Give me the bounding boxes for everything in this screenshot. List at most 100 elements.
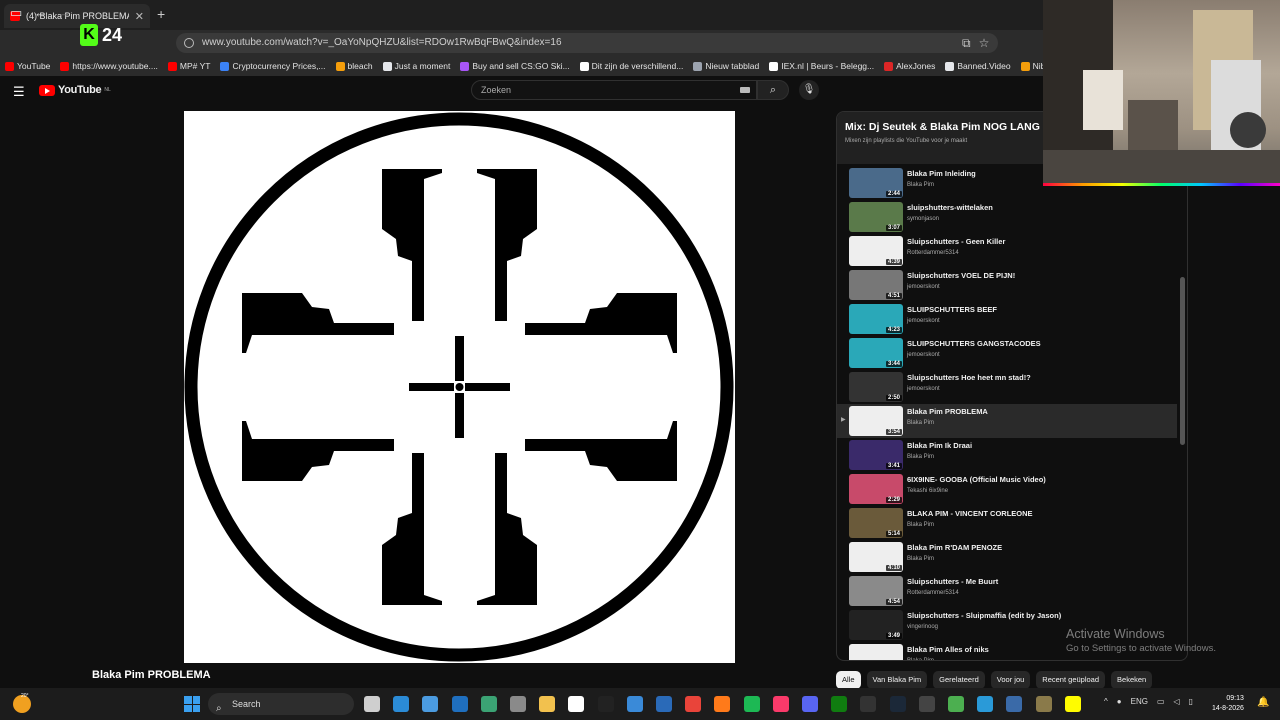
video-thumbnail[interactable]: 4:56 — [849, 644, 903, 660]
video-item-channel[interactable]: jemoerskont — [907, 284, 940, 290]
bookmark-item[interactable]: AlexJones — [879, 61, 940, 71]
microphone-tray-icon[interactable]: ● — [1117, 697, 1122, 706]
network-tray-icon[interactable]: ▭ — [1157, 697, 1165, 706]
video-item-channel[interactable]: symonjason — [907, 216, 939, 222]
video-item-title[interactable]: 6IX9INE- GOOBA (Official Music Video) — [907, 475, 1046, 484]
video-item-channel[interactable]: Blaka Pim — [907, 182, 934, 188]
spotify-icon[interactable] — [743, 696, 760, 712]
microphone-icon[interactable]: 🎙 — [799, 80, 819, 100]
steam-icon[interactable] — [889, 696, 906, 712]
obs-icon[interactable] — [918, 696, 935, 712]
calculator-icon[interactable] — [422, 696, 439, 712]
video-thumbnail[interactable]: 4:39 — [849, 236, 903, 266]
bookmark-item[interactable]: YouTube — [0, 61, 55, 71]
playlist-item[interactable]: 2:29 6IX9INE- GOOBA (Official Music Video… — [837, 472, 1177, 506]
xbox-icon[interactable] — [831, 696, 848, 712]
video-item-title[interactable]: Blaka Pim Ik Draai — [907, 441, 972, 450]
volume-icon[interactable]: ◁ — [1174, 697, 1180, 706]
video-item-channel[interactable]: Rotterdammer5314 — [907, 590, 959, 596]
video-thumbnail[interactable]: 3:49 — [849, 610, 903, 640]
close-tab-icon[interactable]: ✕ — [135, 10, 144, 23]
bookmark-item[interactable]: IEX.nl | Beurs - Belegg... — [764, 61, 879, 71]
video-item-channel[interactable]: Blaka Pim — [907, 556, 934, 562]
video-thumbnail[interactable]: 4:10 — [849, 542, 903, 572]
playlist-item[interactable]: 3:07 sluipshutters-wittelaken symonjason — [837, 200, 1177, 234]
filter-chip[interactable]: Gerelateerd — [933, 671, 985, 689]
forward-icon[interactable]: → — [58, 5, 71, 20]
video-item-channel[interactable]: jemoerskont — [907, 352, 940, 358]
video-item-channel[interactable]: Blaka Pim — [907, 522, 934, 528]
settings-icon[interactable] — [510, 696, 526, 712]
video-item-title[interactable]: sluipshutters-wittelaken — [907, 203, 993, 212]
playlist-item[interactable]: 2:50 Sluipschutters Hoe heet mn stad!? jem… — [837, 370, 1177, 404]
monitor-icon[interactable] — [656, 696, 672, 712]
playlist-item[interactable]: 4:51 Sluipschutters VOEL DE PIJN! jemoersk… — [837, 268, 1177, 302]
bookmark-item[interactable]: bleach — [331, 61, 378, 71]
filter-chip[interactable]: Recent geüpload — [1036, 671, 1106, 689]
video-item-title[interactable]: Blaka Pim R'DAM PENOZE — [907, 543, 1002, 552]
bookmark-item[interactable]: Banned.Video — [940, 61, 1015, 71]
keyboard-icon[interactable] — [740, 87, 750, 93]
language-indicator[interactable]: ENG — [1131, 697, 1148, 706]
playlist-item[interactable]: 5:14 BLAKA PIM - VINCENT CORLEONE Blaka Pi… — [837, 506, 1177, 540]
taskbar-clock[interactable]: 09:13 14-8-2026 — [1212, 694, 1244, 714]
bookmark-item[interactable]: Buy and sell CS:GO Ski... — [455, 61, 574, 71]
address-bar[interactable]: www.youtube.com/watch?v=_OaYoNpQHZU&list… — [176, 33, 998, 53]
video-item-channel[interactable]: jemoerskont — [907, 318, 940, 324]
chrome-icon[interactable] — [685, 696, 702, 712]
video-thumbnail[interactable]: 3:41 — [849, 440, 903, 470]
site-info-icon[interactable] — [184, 38, 194, 48]
video-thumbnail[interactable]: 3:54 — [849, 406, 903, 436]
video-item-channel[interactable]: Blaka Pim — [907, 454, 934, 460]
bookmark-item[interactable]: Nieuw tabblad — [688, 61, 764, 71]
video-item-channel[interactable]: Tekashi 6ix9ine — [907, 488, 948, 494]
video-item-title[interactable]: Sluipschutters - Me Buurt — [907, 577, 998, 586]
app-icon-1[interactable] — [451, 696, 468, 712]
snapchat-icon[interactable] — [1064, 696, 1081, 712]
filter-chip[interactable]: Alle — [836, 671, 861, 689]
sidebar-toggle-icon[interactable]: ▭ — [10, 5, 22, 21]
youtube-logo[interactable]: YouTube NL — [39, 84, 111, 96]
app-icon-2[interactable] — [480, 696, 497, 712]
video-item-title[interactable]: Blaka Pim Alles of niks — [907, 645, 989, 654]
taskbar-search[interactable]: ⌕ Search — [208, 693, 354, 715]
video-item-title[interactable]: Sluipschutters - Geen Killer — [907, 237, 1005, 246]
video-item-title[interactable]: SLUIPSCHUTTERS BEEF — [907, 305, 997, 314]
discord-icon[interactable] — [802, 696, 818, 712]
video-thumbnail[interactable]: 2:50 — [849, 372, 903, 402]
itunes-icon[interactable] — [772, 696, 789, 712]
video-item-channel[interactable]: Blaka Pim — [907, 658, 934, 660]
bookmark-item[interactable]: MP# YT — [163, 61, 216, 71]
playlist-item[interactable]: 3:41 Blaka Pim Ik Draai Blaka Pim — [837, 438, 1177, 472]
network-icon[interactable] — [977, 696, 994, 712]
photos-icon[interactable] — [626, 696, 643, 712]
filter-chip[interactable]: Bekeken — [1111, 671, 1153, 689]
playlist-item[interactable]: 3:44 SLUIPSCHUTTERS GANGSTACODES jemoersko… — [837, 336, 1177, 370]
video-thumbnail[interactable]: 4:54 — [849, 576, 903, 606]
bookmark-item[interactable]: Just a moment — [378, 61, 456, 71]
video-thumbnail[interactable]: 3:07 — [849, 202, 903, 232]
bookmark-item[interactable]: https://www.youtube.... — [55, 61, 163, 71]
playlist-item[interactable]: 4:10 Blaka Pim R'DAM PENOZE Blaka Pim — [837, 540, 1177, 574]
battery-icon[interactable]: ▯ — [1189, 697, 1193, 706]
menu-icon[interactable]: ☰ — [13, 84, 25, 100]
video-item-channel[interactable]: Blaka Pim — [907, 420, 934, 426]
video-thumbnail[interactable]: 2:44 — [849, 168, 903, 198]
video-thumbnail[interactable]: 2:29 — [849, 474, 903, 504]
playlist-item[interactable]: 4:39 Sluipschutters - Geen Killer Rotterda… — [837, 234, 1177, 268]
notification-bell-icon[interactable]: 🔔 — [1257, 697, 1269, 708]
video-thumbnail[interactable]: 3:44 — [849, 338, 903, 368]
install-app-icon[interactable]: ⧉ — [962, 36, 971, 51]
back-icon[interactable]: ← — [34, 5, 47, 20]
playlist-scrollbar[interactable] — [1180, 277, 1185, 445]
video-item-title[interactable]: BLAKA PIM - VINCENT CORLEONE — [907, 509, 1033, 518]
video-item-channel[interactable]: Rotterdammer5314 — [907, 250, 959, 256]
tray-overflow-icon[interactable]: ^ — [1104, 697, 1108, 706]
video-item-title[interactable]: SLUIPSCHUTTERS GANGSTACODES — [907, 339, 1041, 348]
start-button[interactable] — [184, 696, 200, 712]
edge-icon[interactable] — [393, 696, 410, 712]
app-icon-3[interactable] — [948, 696, 964, 712]
search-button[interactable]: ⌕ — [757, 80, 789, 100]
playlist-item[interactable]: 4:54 Sluipschutters - Me Buurt Rotterdamme… — [837, 574, 1177, 608]
bookmark-item[interactable]: Cryptocurrency Prices,... — [215, 61, 330, 71]
